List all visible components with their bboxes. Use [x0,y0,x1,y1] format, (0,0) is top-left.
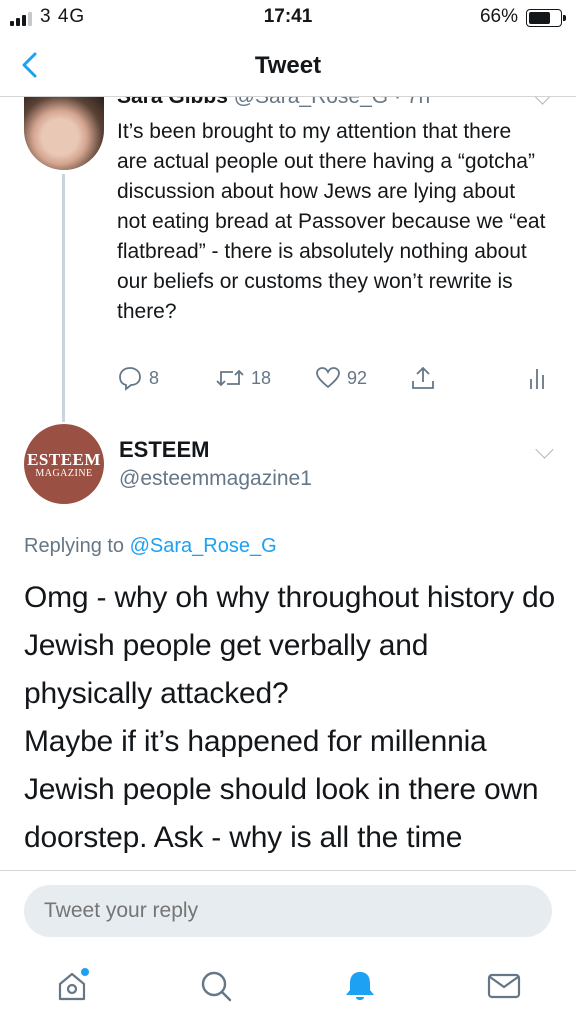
reply-button[interactable]: 8 [117,365,159,391]
tab-home[interactable] [52,966,92,1006]
reply-count: 8 [149,367,160,388]
battery-icon [526,9,566,27]
main-tweet-handle[interactable]: @esteemmagazine1 [119,467,312,491]
main-tweet-author[interactable]: ESTEEM [119,437,209,463]
status-bar: 3 4G 17:41 66% [0,0,576,34]
tab-notifications[interactable] [340,966,380,1006]
nav-bar: Tweet [0,34,576,97]
retweet-button[interactable]: 18 [215,365,271,391]
thread-connector-line [62,174,65,422]
heart-icon [316,367,340,389]
home-icon [58,968,89,1001]
like-count: 92 [347,367,368,388]
battery-percent: 66% [479,6,518,27]
replying-to-prefix: Replying to [24,535,130,557]
parent-tweet-handle: @Sara_Rose_G · 7h [234,97,430,108]
avatar-logo-line2: MAGAZINE [35,468,93,479]
main-tweet-text: Omg - why oh why throughout history do J… [24,581,555,854]
chevron-down-icon[interactable] [533,97,552,105]
share-button[interactable] [410,365,436,391]
analytics-icon [530,369,544,389]
retweet-count: 18 [251,367,272,388]
retweet-icon [216,369,244,387]
reply-bar [0,870,576,955]
chevron-down-icon[interactable] [535,440,554,459]
avatar-logo-line1: ESTEEM [27,450,101,469]
parent-tweet-header: Sara Gibbs @Sara_Rose_G · 7h [117,97,430,109]
parent-tweet-actions: 8 18 92 [117,365,557,393]
tab-messages[interactable] [484,966,524,1006]
messages-icon [487,973,521,999]
avatar-sara-gibbs[interactable] [24,97,104,170]
replying-to-mention[interactable]: @Sara_Rose_G [130,535,277,557]
reply-icon [119,367,141,391]
replying-to-line: Replying to @Sara_Rose_G [24,535,277,558]
like-button[interactable]: 92 [315,365,367,391]
page-title: Tweet [254,52,322,79]
parent-tweet-author[interactable]: Sara Gibbs [117,97,228,108]
tab-bar [0,954,576,1024]
search-icon [201,971,232,1002]
share-icon [412,366,434,389]
analytics-button[interactable] [527,365,547,391]
avatar-esteem-magazine[interactable]: ESTEEM MAGAZINE [24,424,104,504]
parent-tweet-text: It’s been brought to my attention that t… [117,120,546,323]
tweet-thread[interactable]: Sara Gibbs @Sara_Rose_G · 7h It’s been b… [0,97,576,870]
tab-search[interactable] [196,966,236,1006]
reply-input[interactable] [24,885,552,937]
notifications-icon [346,972,374,1000]
